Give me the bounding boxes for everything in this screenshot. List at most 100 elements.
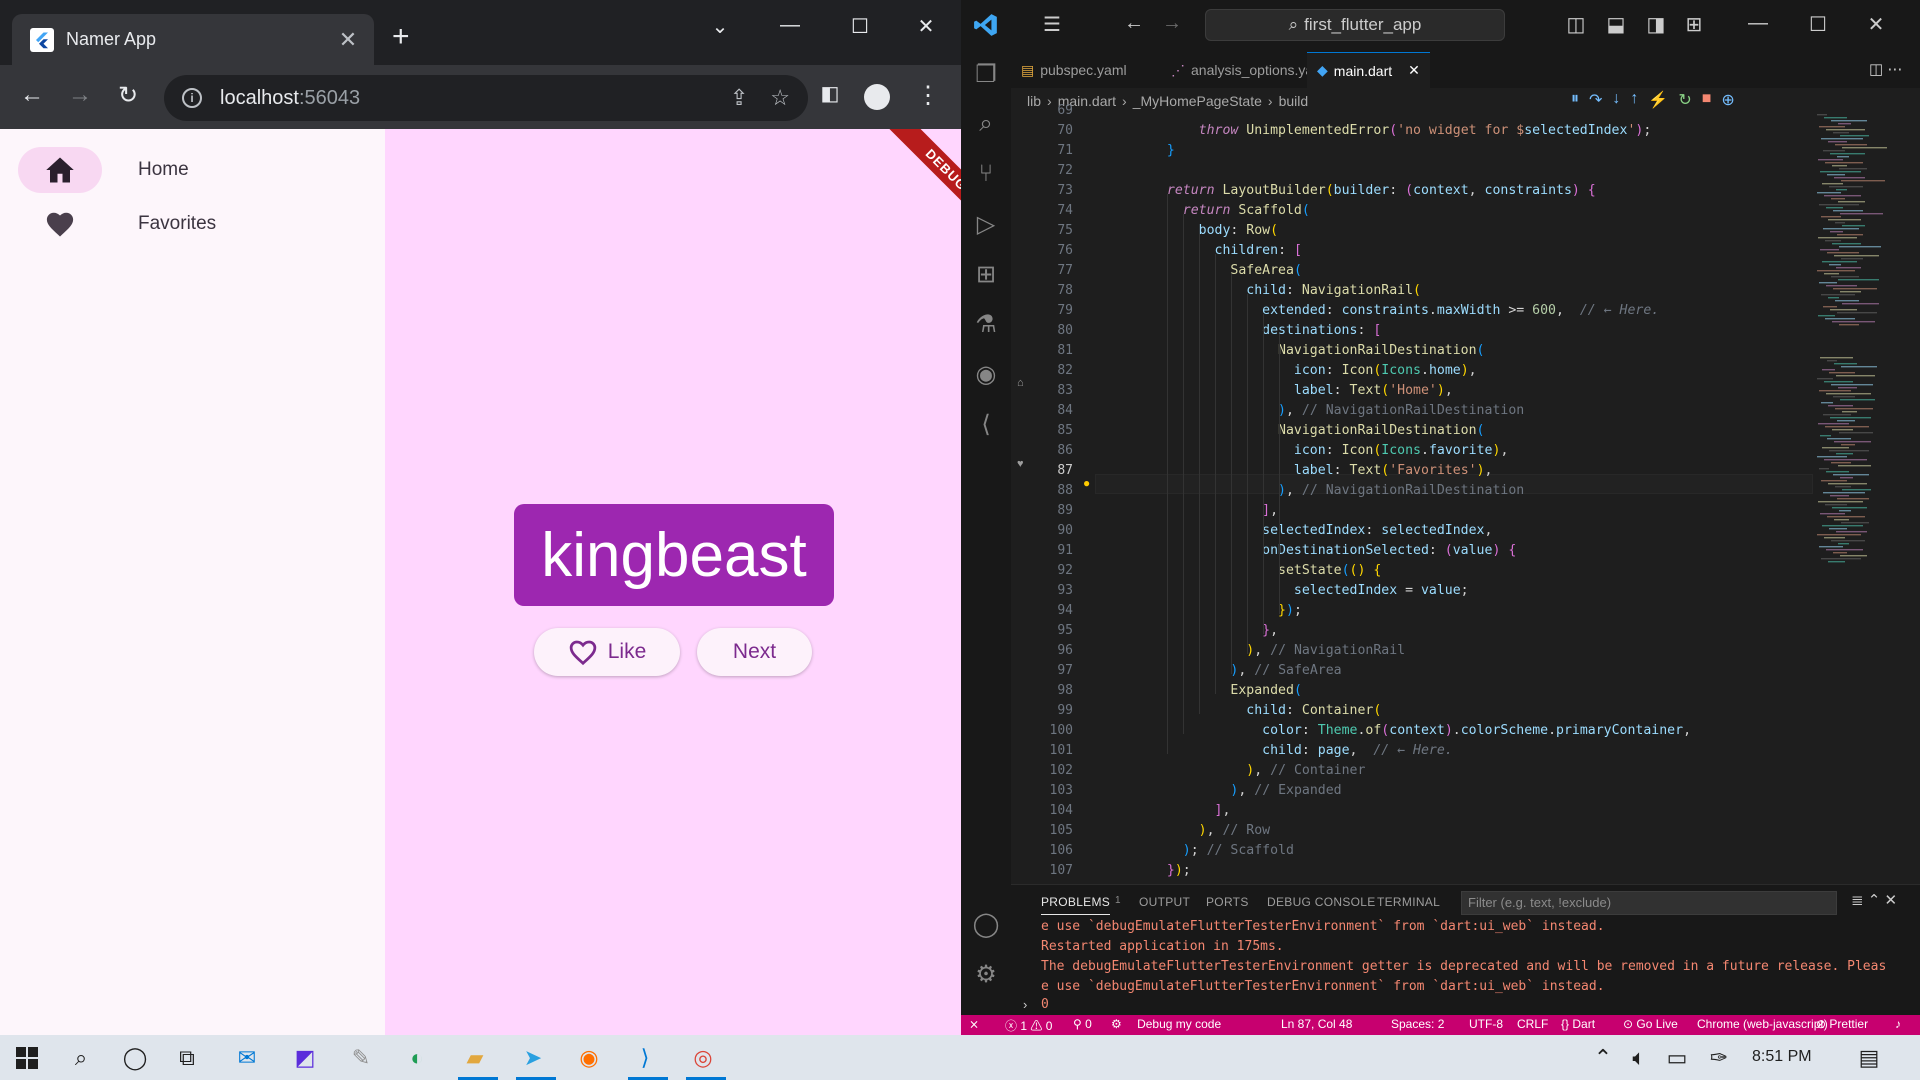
debug-toolbar[interactable]: ⏸ ↷ ↓ ↑ ⚡ ↻ ■ ⊕ — [1571, 90, 1735, 110]
panel-tab-terminal[interactable]: TERMINAL — [1377, 895, 1440, 909]
code-line[interactable]: NavigationRailDestination( — [1151, 341, 1484, 361]
code-line[interactable]: setState(() { — [1151, 561, 1381, 581]
indentation[interactable]: Spaces: 2 — [1391, 1017, 1444, 1031]
code-line[interactable]: } — [1151, 141, 1175, 161]
visual-studio-icon[interactable]: ◩ — [288, 1041, 322, 1075]
notification-center-icon[interactable]: ▤ — [1852, 1041, 1886, 1075]
line-ending[interactable]: CRLF — [1517, 1017, 1548, 1031]
code-line[interactable]: extended: constraints.maxWidth >= 600, /… — [1151, 301, 1659, 321]
code-line[interactable]: SafeArea( — [1151, 261, 1301, 281]
nav-back-icon[interactable]: ← — [1119, 12, 1149, 35]
code-line[interactable]: icon: Icon(Icons.favorite), — [1151, 441, 1508, 461]
accounts-icon[interactable]: ◯ — [961, 902, 1011, 946]
lightbulb-icon[interactable]: ● — [1083, 476, 1090, 490]
firefox-icon[interactable]: ◉ — [572, 1041, 606, 1075]
address-bar[interactable]: i localhost:56043 ⇪ ☆ — [164, 75, 808, 121]
taskbar-clock[interactable]: 8:51 PM — [1752, 1048, 1812, 1066]
go-live[interactable]: ⊙ Go Live — [1623, 1017, 1678, 1031]
toggle-panel-icon[interactable]: ⬓ — [1601, 12, 1631, 37]
code-line[interactable]: ), // Row — [1151, 821, 1270, 841]
code-line[interactable]: return Scaffold( — [1151, 201, 1310, 221]
share-icon[interactable]: ⇪ — [730, 85, 748, 111]
vs-maximize-button[interactable]: ☐ — [1803, 12, 1833, 37]
pen-icon[interactable]: ✑ — [1702, 1041, 1736, 1075]
panel-tab-problems[interactable]: PROBLEMS — [1041, 895, 1111, 915]
reload-button[interactable]: ↻ — [112, 81, 144, 110]
breadcrumb-class[interactable]: _MyHomePageState — [1133, 93, 1262, 109]
code-line[interactable]: onDestinationSelected: (value) { — [1151, 541, 1516, 561]
start-windows-icon[interactable] — [10, 1041, 44, 1075]
manage-gear-icon[interactable]: ⚙ — [961, 952, 1011, 996]
back-button[interactable]: ← — [16, 81, 48, 109]
explorer-icon[interactable]: ❐ — [961, 52, 1011, 96]
code-line[interactable]: child: Container( — [1151, 701, 1381, 721]
rail-destination-home[interactable]: Home — [18, 146, 388, 194]
code-line[interactable]: ), // NavigationRailDestination — [1151, 481, 1524, 501]
like-button[interactable]: Like — [534, 628, 680, 676]
forward-button[interactable]: → — [64, 81, 96, 109]
code-line[interactable]: selectedIndex: selectedIndex, — [1151, 521, 1492, 541]
file-explorer-icon[interactable]: ▰ — [458, 1041, 498, 1080]
hamburger-menu-icon[interactable]: ☰ — [1037, 12, 1067, 37]
code-line[interactable]: }); — [1151, 861, 1191, 881]
profile-avatar-icon[interactable] — [864, 84, 890, 110]
toggle-primary-sidebar-icon[interactable]: ◫ — [1561, 12, 1591, 37]
panel-tab-ports[interactable]: PORTS — [1206, 895, 1249, 909]
cursor-position[interactable]: Ln 87, Col 48 — [1281, 1017, 1352, 1031]
edge-icon[interactable]: ◐ — [400, 1041, 434, 1075]
chrome-menu-icon[interactable]: ⋮ — [912, 81, 944, 110]
search-icon[interactable]: ⌕ — [64, 1041, 98, 1075]
language-mode[interactable]: {} Dart — [1561, 1017, 1595, 1031]
prettier[interactable]: ⊘ Prettier — [1816, 1017, 1868, 1031]
new-tab-button[interactable]: + — [392, 22, 410, 52]
code-line[interactable]: label: Text('Home'), — [1151, 381, 1453, 401]
code-line[interactable]: ), // NavigationRail — [1151, 641, 1405, 661]
code-line[interactable]: color: Theme.of(context).colorScheme.pri… — [1151, 721, 1691, 741]
customize-layout-icon[interactable]: ⊞ — [1679, 12, 1709, 37]
code-line[interactable]: ], — [1151, 801, 1231, 821]
battery-icon[interactable]: ▭ — [1660, 1041, 1694, 1075]
toggle-secondary-sidebar-icon[interactable]: ◨ — [1641, 12, 1671, 37]
code-line[interactable]: return LayoutBuilder(builder: (context, … — [1151, 181, 1596, 201]
source-control-icon[interactable]: ⑂ — [961, 152, 1011, 196]
code-line[interactable]: ), // NavigationRailDestination — [1151, 401, 1524, 421]
device-selector[interactable]: Chrome (web-javascript) — [1697, 1017, 1828, 1031]
github-icon[interactable]: ◉ — [961, 352, 1011, 396]
panel-filter-input[interactable]: Filter (e.g. text, !exclude) — [1461, 891, 1837, 915]
paint-icon[interactable]: ✎ — [344, 1041, 378, 1075]
maximize-button[interactable]: ☐ — [840, 14, 880, 39]
code-line[interactable]: body: Row( — [1151, 221, 1278, 241]
code-line[interactable]: ), // Expanded — [1151, 781, 1341, 801]
nav-forward-icon[interactable]: → — [1157, 12, 1187, 35]
minimize-button[interactable]: — — [770, 14, 810, 37]
debug-status[interactable]: ⚙ Debug my code — [1111, 1017, 1221, 1031]
tab-main-dart[interactable]: ◆ main.dart ✕ — [1307, 52, 1430, 88]
side-panel-icon[interactable]: ◧ — [814, 81, 846, 106]
notifications-bell-icon[interactable]: ♪ — [1895, 1017, 1901, 1031]
browser-tab[interactable]: Namer App ✕ — [12, 14, 374, 65]
code-line[interactable]: child: NavigationRail( — [1151, 281, 1421, 301]
code-line[interactable]: ); // Scaffold — [1151, 841, 1294, 861]
cortana-icon[interactable]: ◯ — [118, 1041, 152, 1075]
bookmark-star-icon[interactable]: ☆ — [770, 85, 790, 111]
split-editor-icon[interactable]: ◫ ⋯ — [1869, 60, 1902, 78]
minimap[interactable] — [1815, 114, 1905, 884]
flutter-outline-icon[interactable]: ⟨ — [961, 402, 1011, 446]
console-input[interactable]: 0 — [1041, 997, 1049, 1012]
telegram-icon[interactable]: ➤ — [516, 1041, 556, 1080]
extensions-icon[interactable]: ⊞ — [961, 252, 1011, 296]
tab-close-icon[interactable]: ✕ — [336, 27, 360, 53]
vs-minimize-button[interactable]: — — [1743, 12, 1773, 35]
tab-close-icon[interactable]: ✕ — [1408, 62, 1420, 79]
encoding[interactable]: UTF-8 — [1469, 1017, 1503, 1031]
tab-search-chevron-icon[interactable]: ⌄ — [700, 14, 740, 39]
command-center-search[interactable]: ⌕ first_flutter_app — [1205, 9, 1505, 41]
code-line[interactable]: children: [ — [1151, 241, 1302, 261]
search-view-icon[interactable]: ⌕ — [961, 102, 1011, 146]
panel-tab-output[interactable]: OUTPUT — [1139, 895, 1190, 909]
code-line[interactable]: NavigationRailDestination( — [1151, 421, 1484, 441]
problems-status[interactable]: ⓧ 1 ⚠ 0 — [1005, 1017, 1052, 1034]
vscode-taskbar-icon[interactable]: ⟩ — [628, 1041, 668, 1080]
ports-status[interactable]: ⚲ 0 — [1073, 1017, 1092, 1031]
close-window-button[interactable]: ✕ — [906, 14, 946, 39]
